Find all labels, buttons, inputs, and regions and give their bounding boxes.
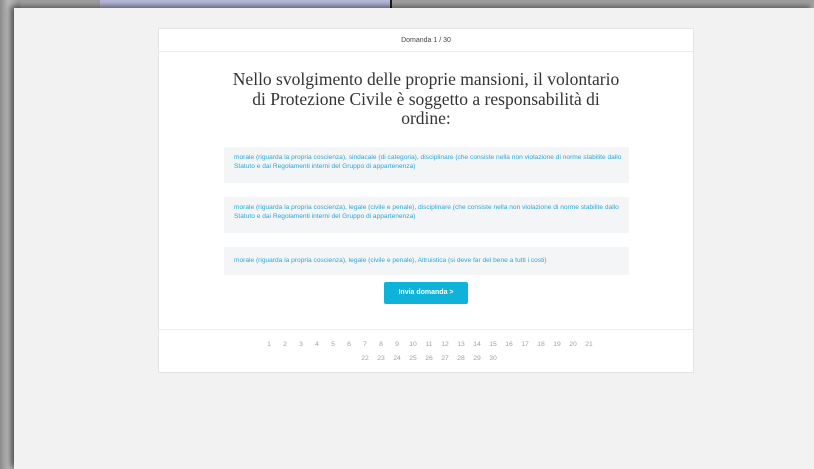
question-text: Nello svolgimento delle proprie mansioni… — [232, 69, 620, 128]
question-pagination: 1 2 3 4 5 6 7 8 9 10 11 12 13 14 15 16 17 18 19 20 21 22 23 24… — [239, 338, 619, 366]
page-link-20[interactable]: 20 — [565, 338, 581, 352]
answer-option-2[interactable]: morale (riguarda la propria coscienza), … — [224, 197, 629, 233]
answer-option-3[interactable]: morale (riguarda la propria coscienza), … — [224, 247, 629, 275]
quiz-card: Domanda 1 / 30 Nello svolgimento delle p… — [158, 28, 694, 373]
page-link-22[interactable]: 22 — [357, 352, 373, 366]
page-link-3[interactable]: 3 — [293, 338, 309, 352]
page-link-13[interactable]: 13 — [453, 338, 469, 352]
page-link-29[interactable]: 29 — [469, 352, 485, 366]
page-link-12[interactable]: 12 — [437, 338, 453, 352]
page-link-5[interactable]: 5 — [325, 338, 341, 352]
answer-option-1[interactable]: morale (riguarda la propria coscienza), … — [224, 147, 629, 183]
page-link-23[interactable]: 23 — [373, 352, 389, 366]
page-link-21[interactable]: 21 — [581, 338, 597, 352]
page-link-4[interactable]: 4 — [309, 338, 325, 352]
page-link-30[interactable]: 30 — [485, 352, 501, 366]
page-link-2[interactable]: 2 — [277, 338, 293, 352]
page-link-16[interactable]: 16 — [501, 338, 517, 352]
pagination-row-2: 22 23 24 25 26 27 28 29 30 — [239, 352, 619, 366]
question-counter: Domanda 1 / 30 — [159, 29, 693, 52]
page-link-11[interactable]: 11 — [421, 338, 437, 352]
page-link-10[interactable]: 10 — [405, 338, 421, 352]
page-link-8[interactable]: 8 — [373, 338, 389, 352]
page-link-19[interactable]: 19 — [549, 338, 565, 352]
page-link-15[interactable]: 15 — [485, 338, 501, 352]
page-link-26[interactable]: 26 — [421, 352, 437, 366]
page-link-27[interactable]: 27 — [437, 352, 453, 366]
page-link-18[interactable]: 18 — [533, 338, 549, 352]
page-link-7[interactable]: 7 — [357, 338, 373, 352]
page-link-25[interactable]: 25 — [405, 352, 421, 366]
page-link-28[interactable]: 28 — [453, 352, 469, 366]
page-link-6[interactable]: 6 — [341, 338, 357, 352]
pagination-row-1: 1 2 3 4 5 6 7 8 9 10 11 12 13 14 15 16 17 18 19 20 21 — [239, 338, 619, 352]
page-link-17[interactable]: 17 — [517, 338, 533, 352]
pager-divider — [159, 329, 693, 330]
page-link-1[interactable]: 1 — [261, 338, 277, 352]
page-link-9[interactable]: 9 — [389, 338, 405, 352]
submit-answer-button[interactable]: Invia domanda > — [384, 282, 468, 304]
page-link-24[interactable]: 24 — [389, 352, 405, 366]
page-link-14[interactable]: 14 — [469, 338, 485, 352]
